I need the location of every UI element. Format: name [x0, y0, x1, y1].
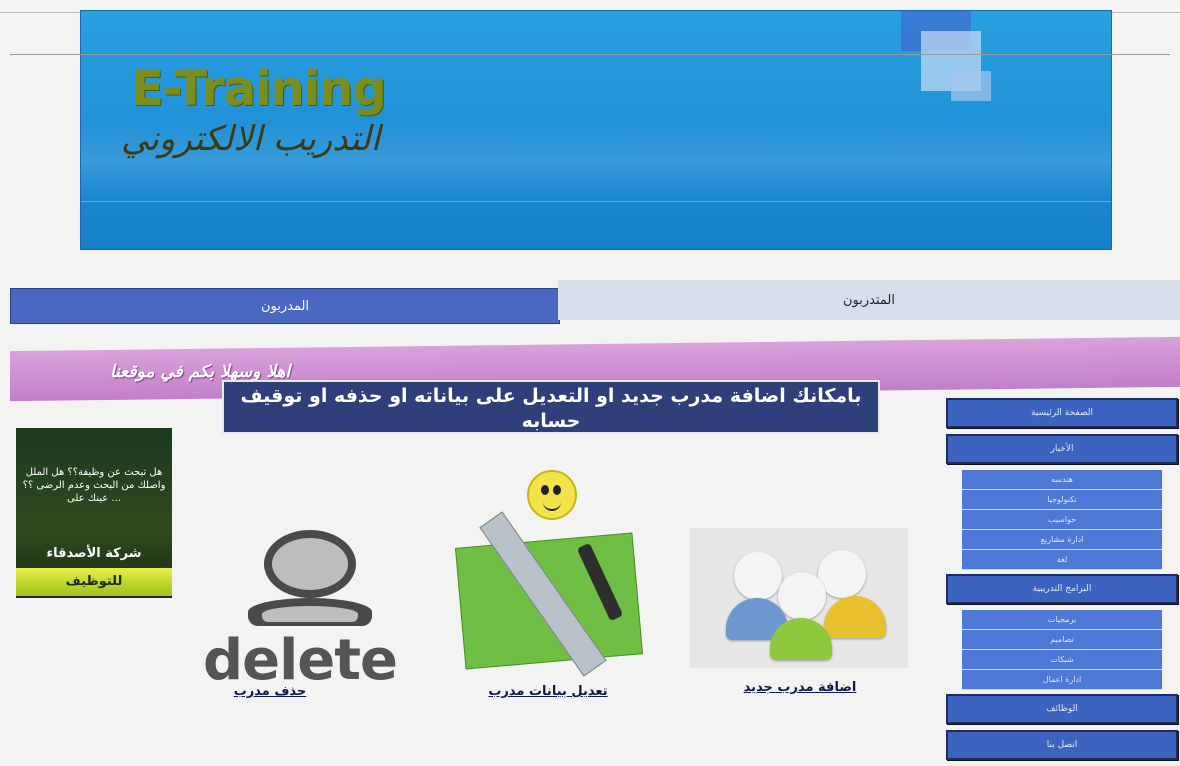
- header-banner: E-Training التدريب الالكتروني: [80, 10, 1112, 250]
- sidebar-subitem[interactable]: شبكات: [962, 650, 1162, 670]
- sidebar-subitem[interactable]: هندسه: [962, 470, 1162, 490]
- banner-line: [81, 201, 1111, 202]
- add-trainer-link[interactable]: اضافة مدرب جديد: [720, 680, 880, 700]
- edit-trainer-link[interactable]: تعديل بيانات مدرب: [468, 684, 628, 704]
- user-head-icon: [734, 552, 782, 600]
- site-logo-arabic: التدريب الالكتروني: [121, 119, 381, 159]
- edit-trainer-label: تعديل بيانات مدرب: [488, 684, 608, 699]
- smiley-eye: [541, 485, 549, 495]
- nav-trainers[interactable]: المدربون: [10, 288, 560, 324]
- delete-trainer-link[interactable]: حذف مدرب: [190, 684, 350, 704]
- user-head-icon: [778, 572, 826, 620]
- add-trainer-label: اضافة مدرب جديد: [743, 680, 857, 695]
- smiley-eye: [553, 485, 561, 495]
- sidebar-subitem[interactable]: حواسيب: [962, 510, 1162, 530]
- sidebar-item-home[interactable]: الصفحة الرئيسية: [946, 398, 1178, 428]
- user-head-icon: [264, 530, 356, 598]
- sidebar-subitem[interactable]: تصاميم: [962, 630, 1162, 650]
- sidebar-subitem[interactable]: تكنولوجيا: [962, 490, 1162, 510]
- sidebar-item-programs[interactable]: البرامج التدريبية: [946, 574, 1178, 604]
- sidebar-item-news[interactable]: الأخبار: [946, 434, 1178, 464]
- sidebar-item-jobs[interactable]: الوظائف: [946, 694, 1178, 724]
- welcome-text: اهلا وسهلا بكم في موقعنا: [110, 362, 291, 382]
- sidebar-subitem[interactable]: ادارة اعمال: [962, 670, 1162, 690]
- sidebar: الصفحة الرئيسية الأخبار هندسه تكنولوجيا …: [946, 398, 1178, 766]
- nav-trainees[interactable]: المتدربون: [558, 280, 1180, 320]
- job-ad[interactable]: هل تبحث عن وظيفة؟؟ هل الملل واصلك من الب…: [16, 428, 172, 598]
- user-body-icon: [824, 596, 886, 638]
- ad-hire: للتوظيف: [16, 568, 172, 596]
- banner-square: [951, 71, 991, 101]
- smiley-mouth: [543, 502, 561, 511]
- ad-text: هل تبحث عن وظيفة؟؟ هل الملل واصلك من الب…: [22, 467, 166, 504]
- users-group-icon: [690, 528, 908, 668]
- sidebar-subitem[interactable]: برمجيات: [962, 610, 1162, 630]
- notice-banner: بامكانك اضافة مدرب جديد او التعديل على ب…: [222, 380, 880, 434]
- sidebar-subitem[interactable]: ادارة مشاريع: [962, 530, 1162, 550]
- ad-company: شركة الأصدقاء: [46, 546, 142, 561]
- divider: [10, 54, 1170, 55]
- delete-trainer-label: حذف مدرب: [233, 684, 307, 699]
- sidebar-item-contact[interactable]: اتصل بنا: [946, 730, 1178, 760]
- site-logo-text: E-Training: [131, 61, 387, 117]
- smiley-icon: [527, 470, 577, 520]
- sidebar-subitem[interactable]: لغة: [962, 550, 1162, 570]
- user-body-icon: [248, 598, 372, 626]
